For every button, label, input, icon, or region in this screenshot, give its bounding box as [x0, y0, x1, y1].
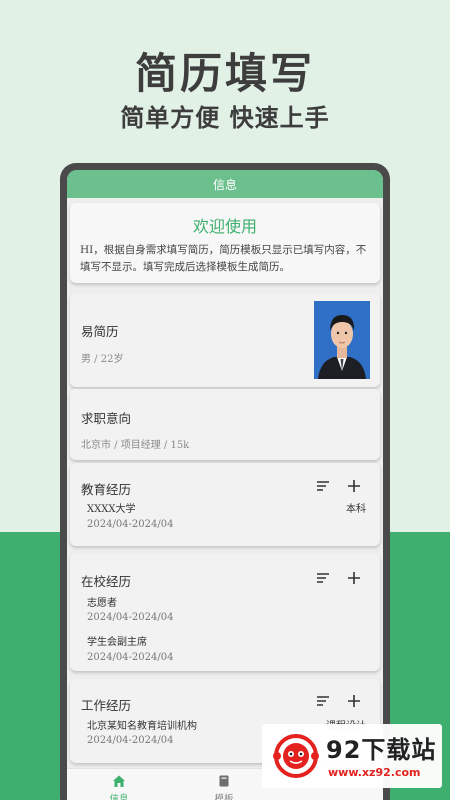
education-date: 2024/04-2024/04	[87, 519, 174, 530]
tab-templates[interactable]: 模板	[189, 774, 259, 800]
campus-item-name: 学生会副主席	[87, 637, 147, 648]
campus-item-date: 2024/04-2024/04	[87, 612, 174, 623]
work-company: 北京某知名教育培训机构	[87, 721, 197, 732]
sort-icon[interactable]	[314, 477, 332, 495]
campus-item-name: 志愿者	[87, 598, 117, 609]
hero-title: 简历填写	[134, 49, 315, 98]
home-icon	[113, 775, 125, 787]
campus-item-date: 2024/04-2024/04	[87, 652, 174, 663]
job-intention-title: 求职意向	[81, 411, 132, 426]
education-degree: 本科	[346, 504, 366, 515]
tab-info-label: 信息	[109, 794, 129, 800]
person-photo-icon	[314, 301, 370, 379]
profile-card[interactable]: 易简历 男 / 22岁	[70, 293, 380, 387]
job-intention-card[interactable]: 求职意向 北京市 / 项目经理 / 15k	[70, 389, 380, 460]
app-bar-title: 信息	[212, 177, 237, 192]
campus-experience-card: 在校经历 志愿者 2024/04-2024/04 学生会副主席 2024/04-…	[70, 554, 380, 671]
profile-photo[interactable]	[314, 301, 370, 379]
watermark-logo: 92下载站 www.xz92.com	[262, 724, 442, 788]
profile-name: 易简历	[81, 324, 119, 339]
tab-info[interactable]: 信息	[84, 774, 154, 800]
work-date: 2024/04-2024/04	[87, 735, 174, 746]
work-title: 工作经历	[81, 698, 132, 713]
sort-icon[interactable]	[314, 692, 332, 710]
sort-icon[interactable]	[314, 569, 332, 587]
app-bar: 信息	[67, 170, 383, 198]
app-screen: 信息 欢迎使用 HI，根据自身需求填写简历，简历模板只显示已填写内容，不填写不显…	[67, 170, 383, 800]
welcome-title: 欢迎使用	[192, 217, 257, 236]
add-icon[interactable]	[345, 477, 363, 495]
add-icon[interactable]	[345, 692, 363, 710]
education-school: XXXX大学	[87, 504, 136, 515]
tab-templates-label: 模板	[214, 794, 234, 800]
watermark-brand: 92下载站	[326, 736, 437, 764]
hero-subtitle: 简单方便 快速上手	[120, 104, 330, 132]
job-intention-details: 北京市 / 项目经理 / 15k	[81, 440, 190, 451]
welcome-card: 欢迎使用 HI，根据自身需求填写简历，简历模板只显示已填写内容，不填写不显示。填…	[70, 203, 380, 283]
book-icon	[219, 775, 229, 787]
education-card: 教育经历 XXXX大学 本科 2024/04-2024/04	[70, 463, 380, 546]
add-icon[interactable]	[345, 569, 363, 587]
campus-title: 在校经历	[81, 574, 132, 589]
profile-details: 男 / 22岁	[81, 354, 124, 365]
monkey-logo-icon	[273, 734, 319, 778]
welcome-text: HI，根据自身需求填写简历，简历模板只显示已填写内容，不填写不显示。填写完成后选…	[80, 244, 367, 273]
phone-frame: 信息 欢迎使用 HI，根据自身需求填写简历，简历模板只显示已填写内容，不填写不显…	[60, 163, 390, 800]
watermark-url: www.xz92.com	[328, 766, 421, 779]
education-title: 教育经历	[81, 482, 132, 497]
